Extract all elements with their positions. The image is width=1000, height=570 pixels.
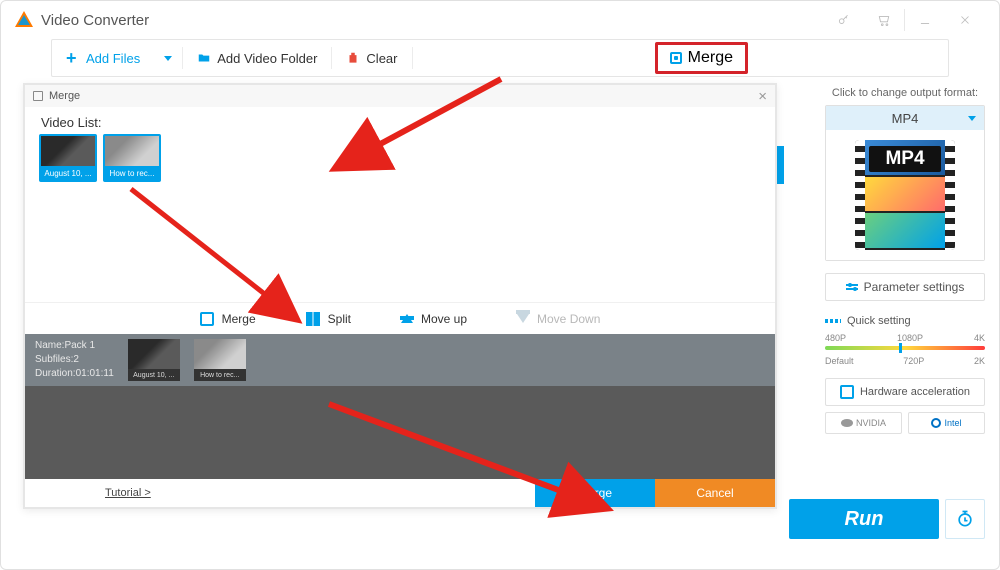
dialog-footer: Tutorial > Merge Cancel	[25, 479, 775, 507]
add-video-folder-button[interactable]: Add Video Folder	[183, 40, 331, 76]
video-list-area: August 10, ... How to rec...	[25, 134, 775, 302]
output-format-panel: Click to change output format: MP4 MP4 P…	[825, 87, 985, 434]
video-thumb[interactable]: August 10, ...	[39, 134, 97, 182]
thumbnail-image	[105, 136, 159, 166]
footer-merge-button[interactable]: Merge	[535, 479, 655, 507]
add-folder-label: Add Video Folder	[217, 51, 317, 66]
add-files-label: Add Files	[86, 51, 140, 66]
thumb-caption: August 10, ...	[41, 166, 95, 180]
key-icon[interactable]	[824, 1, 864, 39]
split-icon	[306, 312, 320, 326]
param-label: Parameter settings	[864, 280, 965, 294]
dialog-titlebar: Merge ×	[25, 85, 775, 107]
merge-icon	[200, 312, 214, 326]
format-thumbnail: MP4	[826, 130, 984, 260]
merge-label: Merge	[688, 49, 733, 67]
format-selector[interactable]: MP4 MP4	[825, 105, 985, 261]
chip-icon	[840, 385, 854, 399]
close-icon[interactable]	[945, 1, 985, 39]
merge-icon	[670, 52, 682, 64]
film-mp4-label: MP4	[869, 146, 941, 172]
folder-icon	[197, 51, 211, 65]
intel-icon	[931, 418, 941, 428]
trash-icon	[346, 51, 360, 65]
decorative-stripe	[776, 146, 784, 184]
parameter-settings-button[interactable]: Parameter settings	[825, 273, 985, 301]
gpu-nvidia[interactable]: NVIDIA	[825, 412, 902, 434]
pack-area: Name:Pack 1 Subfiles:2 Duration:01:01:11…	[25, 334, 775, 479]
gpu-selector: NVIDIA Intel	[825, 412, 985, 434]
video-thumb[interactable]: How to rec...	[103, 134, 161, 182]
action-move-up[interactable]: Move up	[401, 312, 467, 326]
video-list-label: Video List:	[25, 107, 775, 134]
dialog-close-icon[interactable]: ×	[758, 88, 767, 105]
thumbnail-image	[41, 136, 95, 166]
bottom-bar: Run	[789, 499, 985, 539]
nvidia-icon	[841, 419, 853, 427]
add-files-button[interactable]: + Add Files	[52, 40, 154, 76]
run-button[interactable]: Run	[789, 499, 939, 539]
add-files-dropdown-icon[interactable]	[164, 56, 172, 61]
quick-setting-label: Quick setting	[825, 315, 985, 327]
app-logo-icon	[15, 11, 33, 29]
schedule-button[interactable]	[945, 499, 985, 539]
footer-cancel-button[interactable]: Cancel	[655, 479, 775, 507]
format-header[interactable]: MP4	[826, 106, 984, 130]
action-split[interactable]: Split	[306, 312, 351, 326]
dialog-action-bar: Merge Split Move up Move Down	[25, 302, 775, 334]
pack-thumb-caption: August 10, ...	[128, 369, 180, 381]
merge-dialog: Merge × Video List: August 10, ... How t…	[23, 83, 777, 509]
pack-thumb[interactable]: August 10, ...	[128, 339, 180, 381]
titlebar: Video Converter	[1, 1, 999, 39]
clear-button[interactable]: Clear	[332, 40, 411, 76]
quality-slider[interactable]	[825, 346, 985, 350]
merge-button-highlighted[interactable]: Merge	[655, 42, 748, 74]
tutorial-link[interactable]: Tutorial >	[105, 487, 151, 499]
main-toolbar: + Add Files Add Video Folder Clear Merge	[51, 39, 949, 77]
action-merge[interactable]: Merge	[200, 312, 256, 326]
action-move-down: Move Down	[517, 312, 600, 326]
cart-icon[interactable]	[864, 1, 904, 39]
resolution-row-1: 480P1080P4K	[825, 333, 985, 343]
merge-icon-small	[33, 91, 43, 101]
thumbnail-image	[194, 339, 246, 369]
thumbnail-image	[128, 339, 180, 369]
resolution-row-2: Default720P2K	[825, 356, 985, 366]
app-title: Video Converter	[41, 12, 149, 29]
pack-thumb[interactable]: How to rec...	[194, 339, 246, 381]
arrow-up-icon	[401, 314, 413, 323]
dialog-title: Merge	[49, 90, 80, 102]
gpu-intel[interactable]: Intel	[908, 412, 985, 434]
pack-strip[interactable]: Name:Pack 1 Subfiles:2 Duration:01:01:11…	[25, 334, 775, 386]
chevron-down-icon	[968, 116, 976, 121]
thumb-caption: How to rec...	[105, 166, 159, 180]
clock-icon	[955, 509, 975, 529]
hardware-accel-button[interactable]: Hardware acceleration	[825, 378, 985, 406]
plus-icon: +	[66, 51, 80, 65]
format-name: MP4	[892, 111, 919, 126]
change-format-label: Click to change output format:	[825, 87, 985, 99]
hw-label: Hardware acceleration	[860, 386, 970, 398]
sliders-icon	[846, 284, 858, 290]
pack-thumb-caption: How to rec...	[194, 369, 246, 381]
minimize-icon[interactable]	[905, 1, 945, 39]
arrow-down-icon	[517, 314, 529, 323]
clear-label: Clear	[366, 51, 397, 66]
pack-info: Name:Pack 1 Subfiles:2 Duration:01:01:11	[35, 339, 114, 381]
